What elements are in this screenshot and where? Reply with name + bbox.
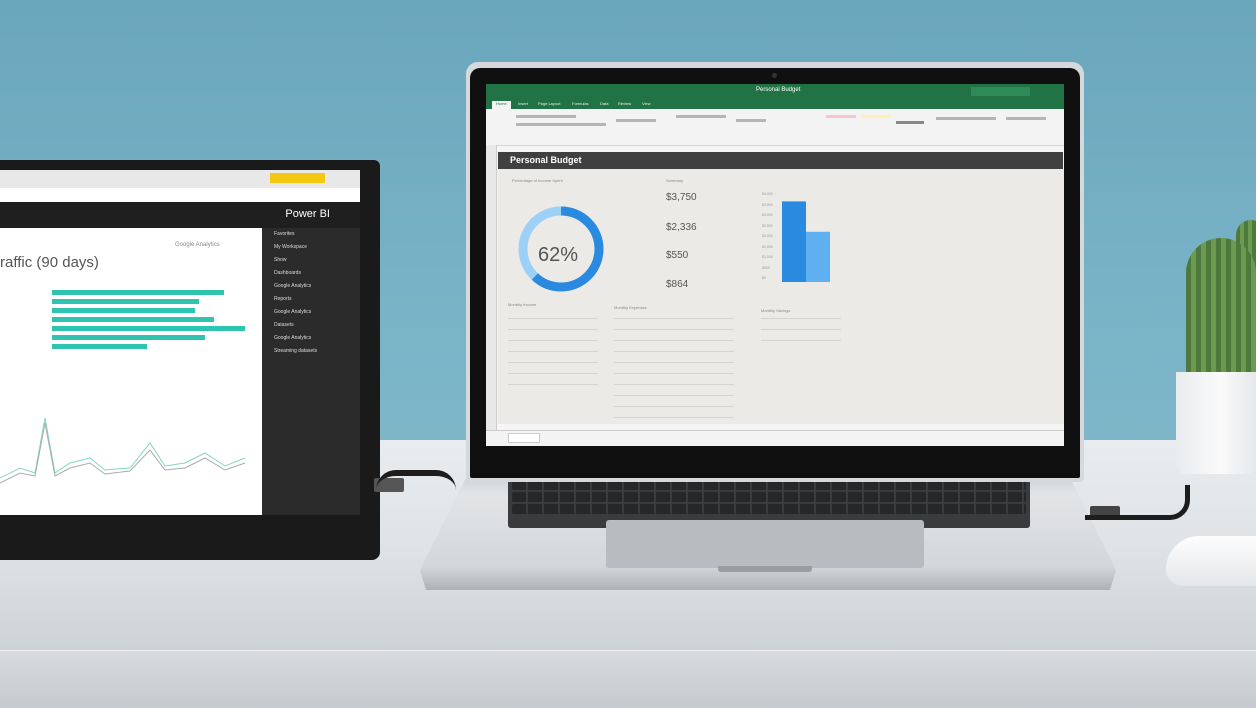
table-row [508,329,598,330]
address-bar[interactable] [0,188,360,203]
sidebar-item-reports[interactable]: Reports [262,293,360,306]
table-row [614,417,734,418]
sheet-tab[interactable] [508,433,540,443]
excel-titlebar: Personal Budget [486,84,1064,100]
summary-value-3: $550 [666,250,689,261]
table-row [508,351,598,352]
table-row [508,362,598,363]
y-tick-label: $2,000 [762,234,773,238]
tab-insert[interactable]: Insert [518,101,528,106]
bar-expenses [806,231,830,282]
hbar [52,299,199,304]
app-name: Power BI [285,208,330,220]
table-row [614,318,734,319]
table-row [614,384,734,385]
tab-data[interactable]: Data [600,101,608,106]
hbar [52,317,214,322]
table-row [761,329,841,330]
tab-review[interactable]: Review [618,101,631,106]
ribbon [486,109,1064,146]
cable-right [1085,485,1190,520]
y-tick-label: $3,000 [762,213,773,217]
report-canvas: raffic (90 days) Google Analytics [0,228,262,515]
ribbon-tabs: Home Insert Page Layout Formulas Data Re… [486,100,1064,109]
table-row [761,318,841,319]
y-tick-label: $500 [762,265,770,270]
report-title: raffic (90 days) [0,254,99,271]
y-tick-label: $4,000 [762,192,773,196]
table-expenses-title: Monthly Expenses [614,305,647,310]
table-row [761,340,841,341]
table-row [614,340,734,341]
cable-left [376,470,456,496]
tab-formulas[interactable]: Formulas [572,101,589,106]
y-tick-label: $3,500 [762,202,773,207]
table-row [614,362,734,363]
budget-bar-chart [782,201,830,282]
plant-pot [1176,372,1256,474]
hbar [52,308,195,313]
summary-value-1: $3,750 [666,192,697,203]
sidebar-item-ga-dataset[interactable]: Google Analytics [262,332,360,345]
status-bar [486,430,1064,446]
window-title: Personal Budget [756,87,801,93]
table-row [614,406,734,407]
webcam-icon [772,73,777,78]
table-row [508,384,598,385]
y-tick-label: $2,500 [762,223,773,228]
sidebar-item-dashboards[interactable]: Dashboards [262,267,360,280]
sidebar-item-datasets[interactable]: Datasets [262,319,360,332]
sidebar-item-ga-report[interactable]: Google Analytics [262,306,360,319]
lid-notch [718,566,812,572]
cactus [1186,238,1256,378]
laptop-screen: Personal Budget Home Insert Page Layout … [486,84,1064,446]
hbar [52,326,246,331]
line-chart [0,417,246,484]
tab-home[interactable]: Home [492,101,511,109]
source-label: Google Analytics [175,242,220,248]
table-row [508,373,598,374]
summary-title: Summary [666,178,684,183]
y-tick-label: $1,000 [762,255,773,259]
table-savings-title: Monthly Savings [761,308,791,313]
tab-page-layout[interactable]: Page Layout [538,101,560,106]
table-row [614,395,734,396]
sidebar-item-streaming[interactable]: Streaming datasets [262,345,360,358]
monitor-screen: Power BI raffic (90 days) Google Analyti… [0,170,360,515]
sidebar-item-ga-dashboard[interactable]: Google Analytics [262,280,360,293]
mouse [1166,536,1256,586]
sidebar-item-favorites[interactable]: Favorites [262,228,360,241]
hbar [52,290,225,295]
summary-value-4: $864 [666,279,689,290]
browser-tab-active[interactable] [270,173,325,183]
bar-income [782,201,806,282]
trackpad [606,520,924,568]
table-income-title: Monthly Income [508,302,537,307]
table-row [614,329,734,330]
row-headers [486,145,497,430]
y-tick-label: $0 [762,276,766,280]
table-row [614,351,734,352]
search-input[interactable] [971,87,1030,96]
sidebar-item-workspace[interactable]: My Workspace [262,241,360,254]
donut-label: Percentage of Income Spent [512,178,563,183]
sheet-title-bar: Personal Budget [498,152,1063,169]
tab-view[interactable]: View [642,101,651,106]
y-tick-label: $1,500 [762,244,773,249]
sheet-title: Personal Budget [510,155,582,165]
desk-edge [0,650,1256,708]
hbar [52,335,206,340]
sidebar-item-show[interactable]: Show [262,254,360,267]
donut-percent: 62% [538,244,579,266]
table-row [508,318,598,319]
powerbi-sidebar: Favorites My Workspace Show Dashboards G… [262,228,360,515]
table-row [614,373,734,374]
portable-monitor: Power BI raffic (90 days) Google Analyti… [0,160,380,560]
hbar [52,344,147,349]
table-row [508,340,598,341]
summary-value-2: $2,336 [666,222,697,233]
